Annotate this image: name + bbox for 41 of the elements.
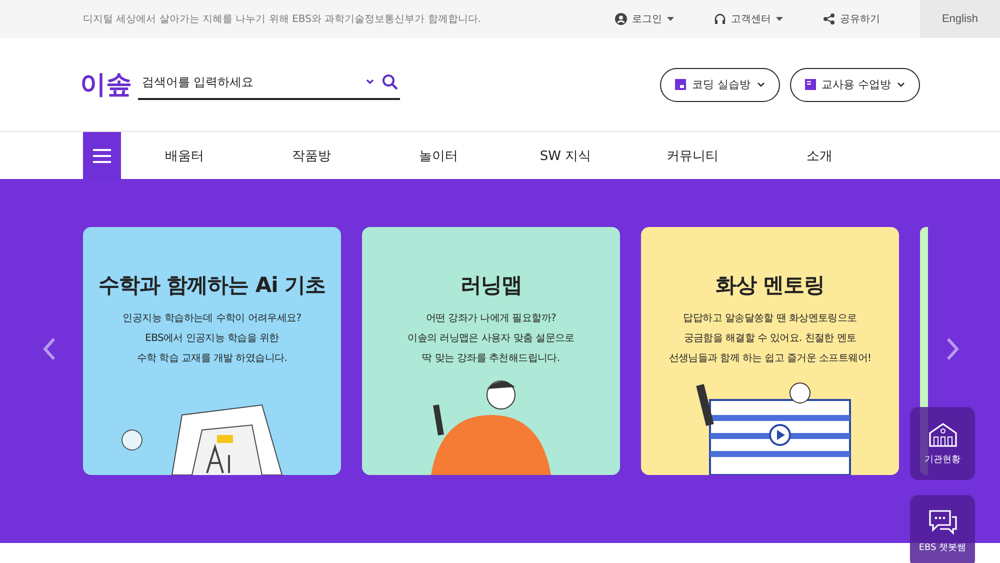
- feature-card[interactable]: 화상 멘토링 답답하고 알송달쏭할 땐 화상멘토링으로 궁금함을 해결할 수 있어요. 친절한 멘토 선생님들과 함께 하는 쉽고 즐거운 소프트웨어!: [641, 227, 899, 475]
- share-icon: [823, 13, 835, 25]
- floating-button[interactable]: EBS 챗봇쌤: [910, 495, 975, 563]
- dropdown-button[interactable]: 교사용 수업방: [790, 68, 920, 102]
- top-link[interactable]: 로그인: [615, 12, 674, 26]
- feature-card[interactable]: 수학과 함께하는 Ai 기초 인공지능 학습하는데 수학이 어려우세요? EBS에서 인공지능 학습을 위한 수학 학습 교재를 개발 하였습니다.: [83, 227, 341, 475]
- card-title: 수학과 함께하는 Ai 기초: [98, 272, 326, 299]
- menu-icon: [93, 148, 111, 162]
- floating-button[interactable]: 기관현황: [910, 407, 975, 480]
- chevron-down-icon: [897, 82, 905, 87]
- card-description: 인공지능 학습하는데 수학이 어려우세요? EBS에서 인공지능 학습을 위한 수학 학습 교재를 개발 하였습니다.: [122, 312, 302, 366]
- feature-card[interactable]: 러닝맵 어떤 강좌가 나에게 필요할까? 이솦의 러닝맵은 사용자 맞춤 설문으로 딱 맞는 강좌를 추천해드립니다.: [362, 227, 620, 475]
- card-title: 화상 멘토링: [715, 272, 825, 299]
- tagline: 디지털 세상에서 살아가는 지혜를 나누기 위해 EBS와 과학기술정보통신부가 함께합니다.: [83, 13, 481, 26]
- nav-item[interactable]: 배움터: [121, 132, 248, 179]
- chevron-left-icon[interactable]: [42, 337, 56, 361]
- logo[interactable]: 이솦: [80, 67, 138, 102]
- language-button[interactable]: English: [920, 0, 1000, 38]
- top-link[interactable]: 고객센터: [714, 12, 783, 26]
- document-icon: [804, 79, 816, 90]
- card-title: 러닝맵: [460, 272, 522, 299]
- search-icon[interactable]: [382, 74, 398, 90]
- menu-button[interactable]: [83, 132, 121, 179]
- headset-icon: [714, 13, 726, 25]
- card-description: 어떤 강좌가 나에게 필요할까? 이솦의 러닝맵은 사용자 맞춤 설문으로 딱 맞는 강좌를 추천해드립니다.: [408, 312, 574, 366]
- nav-item[interactable]: 소개: [756, 132, 883, 179]
- search-field[interactable]: 검색어를 입력하세요: [140, 74, 358, 90]
- nav-item[interactable]: 놀이터: [375, 132, 502, 179]
- window-icon: [675, 79, 686, 90]
- nav-item[interactable]: 작품방: [248, 132, 375, 179]
- nav-item[interactable]: SW 지식: [502, 132, 629, 179]
- dropdown-button[interactable]: 코딩 실습방: [660, 68, 780, 102]
- user-icon: [615, 13, 627, 25]
- chevron-down-icon[interactable]: [366, 79, 374, 84]
- chevron-down-icon: [756, 82, 764, 87]
- top-link[interactable]: 공유하기: [823, 12, 880, 26]
- nav-item[interactable]: 커뮤니티: [629, 132, 756, 179]
- building-icon: [928, 421, 958, 447]
- card-description: 답답하고 알송달쏭할 땐 화상멘토링으로 궁금함을 해결할 수 있어요. 친절한 멘토 선생님들과 함께 하는 쉽고 즐거운 소프트웨어!: [668, 312, 872, 366]
- chat-icon: [928, 509, 958, 535]
- chevron-right-icon[interactable]: [946, 337, 960, 361]
